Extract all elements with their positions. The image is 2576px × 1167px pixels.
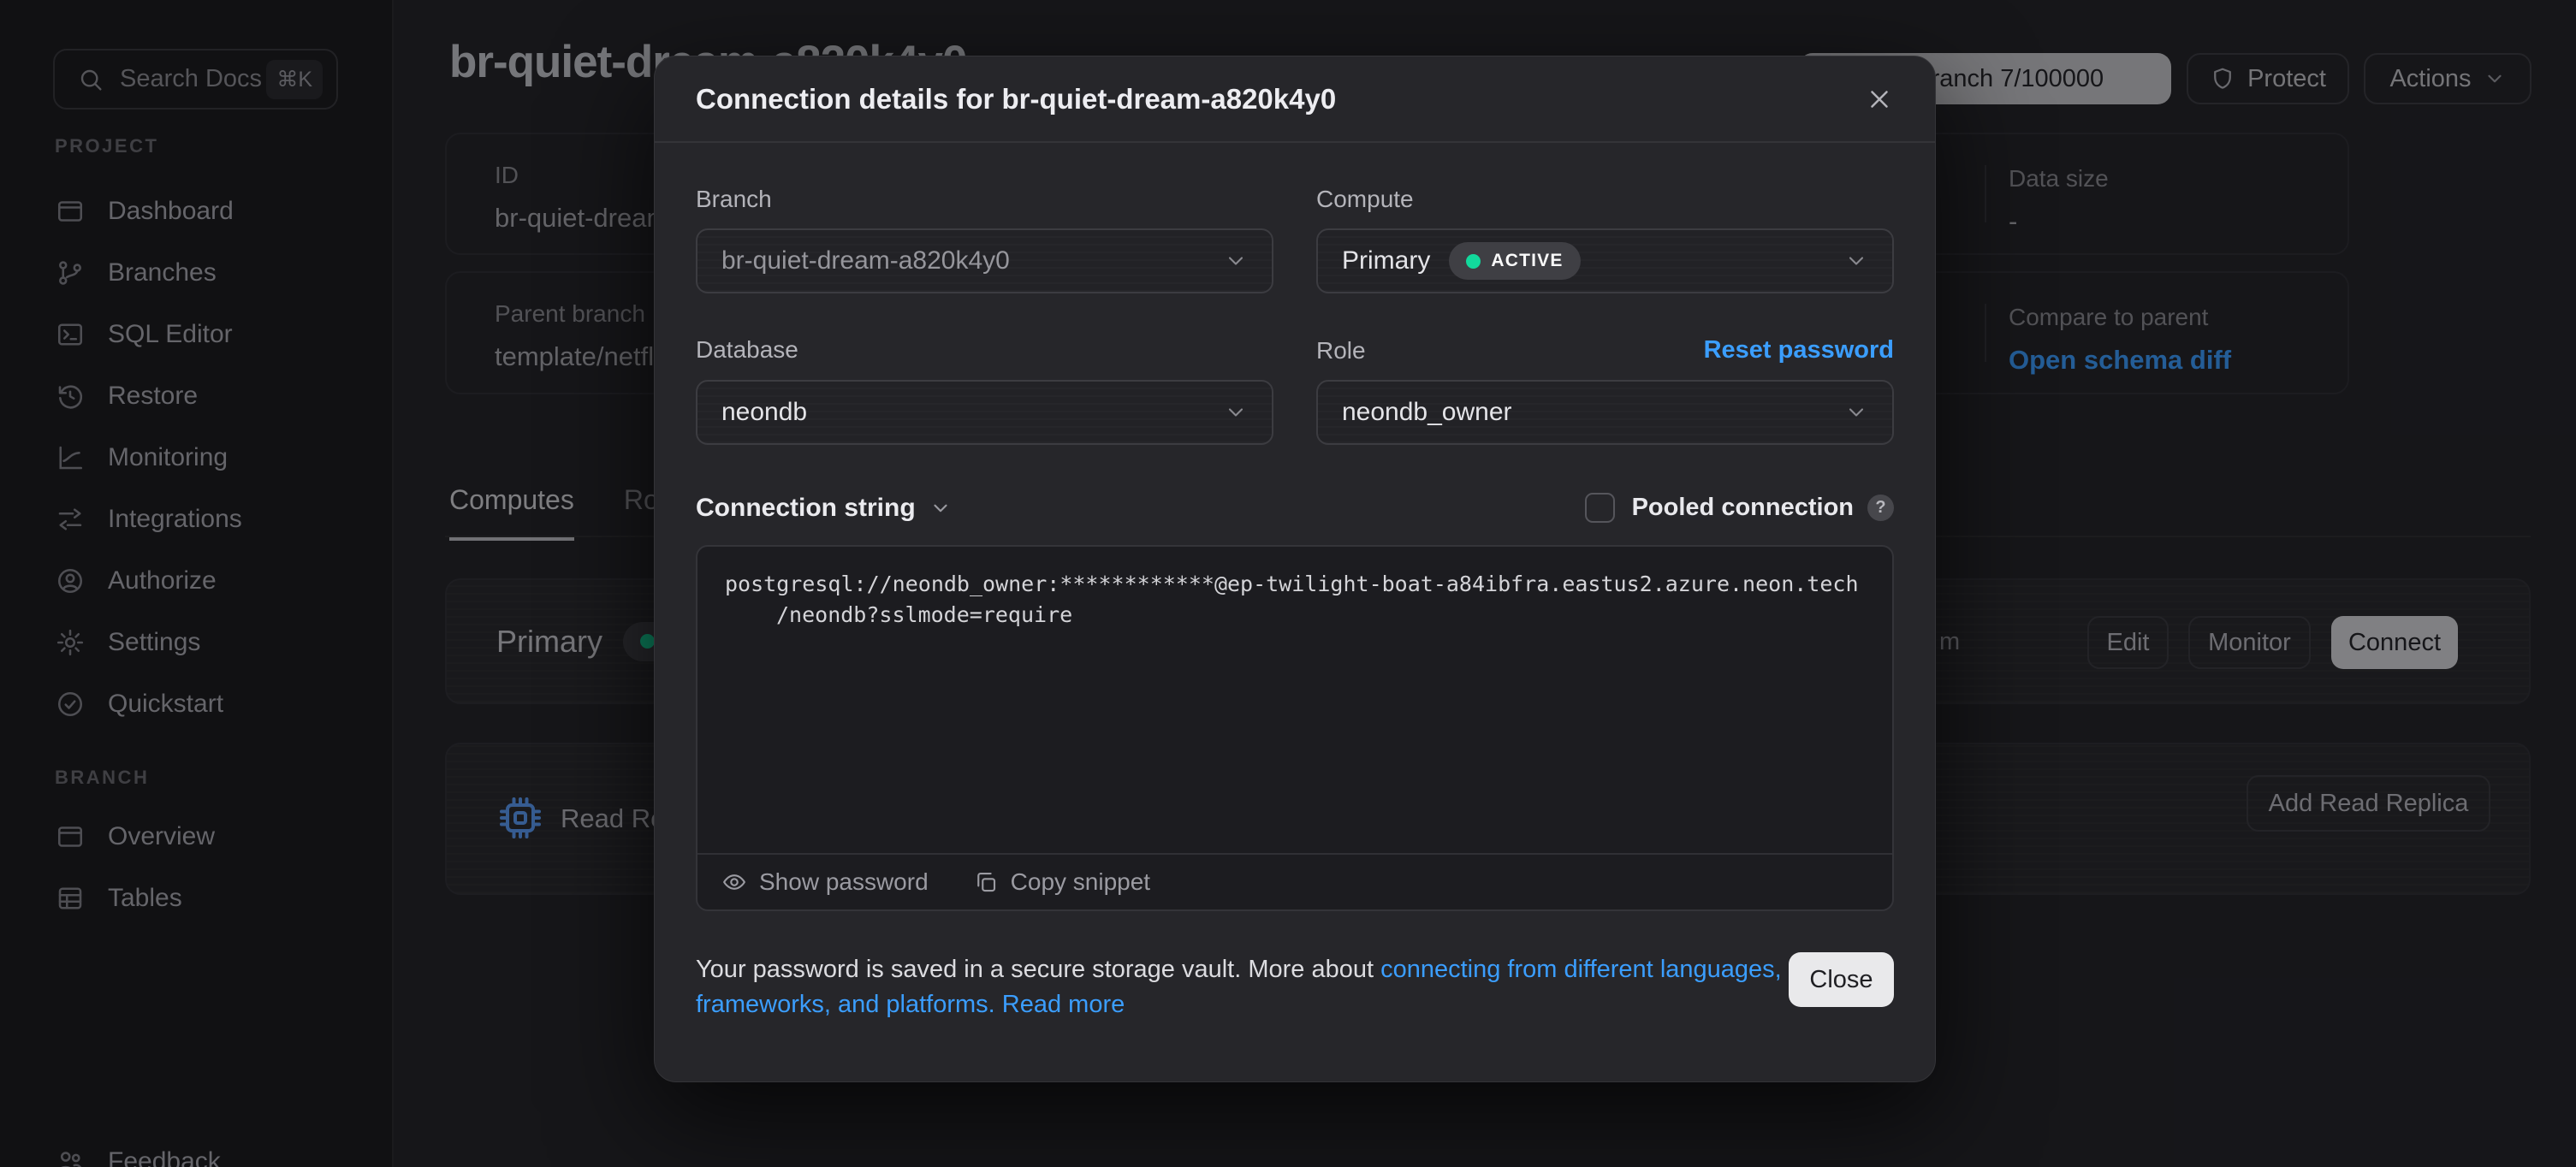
neon-console-page: Search Docs ⌘K PROJECT Dashboard Branche…: [0, 0, 2576, 1167]
connection-details-modal: Connection details for br-quiet-dream-a8…: [654, 56, 1936, 1082]
eye-icon: [721, 869, 747, 895]
database-select[interactable]: neondb: [696, 380, 1273, 445]
modal-header: Connection details for br-quiet-dream-a8…: [655, 56, 1935, 143]
chevron-down-icon: [1224, 400, 1248, 424]
copy-snippet-button[interactable]: Copy snippet: [973, 868, 1150, 896]
close-button[interactable]: Close: [1789, 952, 1894, 1007]
chevron-down-icon: [929, 497, 952, 519]
database-field-label: Database: [696, 336, 1273, 364]
connecting-docs-link[interactable]: connecting from different: [1380, 956, 1653, 983]
compute-field-label: Compute: [1316, 186, 1894, 213]
modal-footer: Your password is saved in a secure stora…: [696, 952, 1894, 1022]
chevron-down-icon: [1844, 249, 1868, 273]
connection-string-text[interactable]: postgresql://neondb_owner:************@e…: [697, 547, 1892, 853]
help-icon[interactable]: ?: [1867, 495, 1894, 521]
compute-select[interactable]: Primary ACTIVE: [1316, 228, 1894, 293]
active-status-badge: ACTIVE: [1449, 242, 1580, 280]
code-footer: Show password Copy snippet: [697, 853, 1892, 909]
password-vault-note: Your password is saved in a secure stora…: [696, 952, 1783, 1022]
pooled-connection-label: Pooled connection: [1632, 494, 1854, 522]
pooled-connection-checkbox[interactable]: [1585, 493, 1615, 523]
connection-string-block: postgresql://neondb_owner:************@e…: [696, 545, 1894, 911]
close-icon[interactable]: [1865, 85, 1894, 114]
connection-string-toggle[interactable]: Connection string: [696, 494, 952, 523]
pooled-connection-group: Pooled connection ?: [1585, 493, 1894, 523]
branch-field-label: Branch: [696, 186, 1273, 213]
chevron-down-icon: [1224, 249, 1248, 273]
modal-title: Connection details for br-quiet-dream-a8…: [696, 83, 1336, 116]
role-select[interactable]: neondb_owner: [1316, 380, 1894, 445]
copy-icon: [973, 869, 999, 895]
branch-select[interactable]: br-quiet-dream-a820k4y0: [696, 228, 1273, 293]
read-more-link[interactable]: Read more: [1002, 991, 1125, 1018]
show-password-button[interactable]: Show password: [721, 868, 929, 896]
status-dot: [1466, 254, 1481, 269]
modal-body: Branch Compute br-quiet-dream-a820k4y0 P…: [655, 186, 1935, 1022]
chevron-down-icon: [1844, 400, 1868, 424]
role-field-label: Role: [1316, 337, 1366, 364]
reset-password-link[interactable]: Reset password: [1704, 336, 1894, 364]
